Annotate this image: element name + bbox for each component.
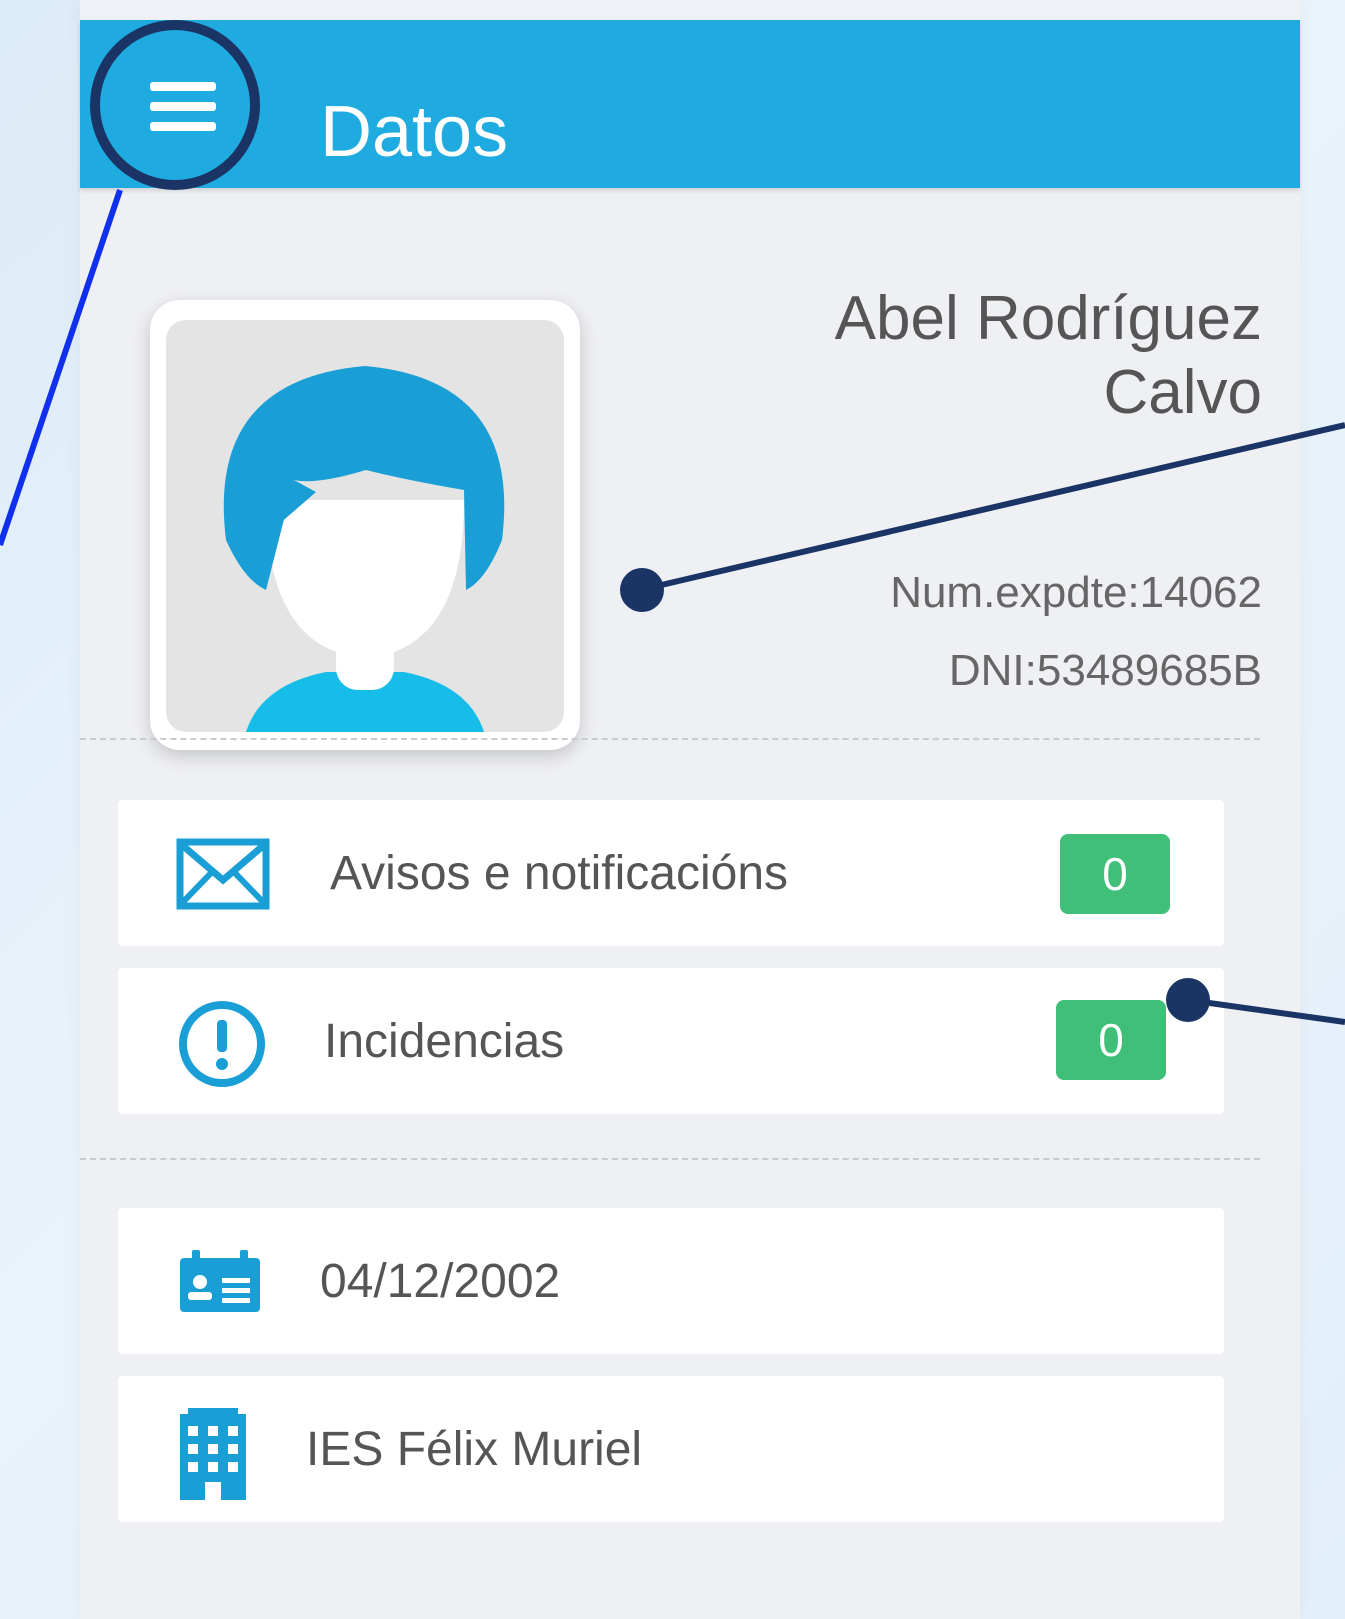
birthdate-value: 04/12/2002 <box>320 1255 561 1308</box>
section-divider <box>80 738 1260 740</box>
alert-circle-icon <box>179 1001 265 1087</box>
envelope-icon <box>176 838 270 910</box>
annotation-dot <box>1166 978 1210 1022</box>
section-divider <box>80 1158 1260 1160</box>
expediente-number: Num.expdte:14062 <box>890 568 1262 617</box>
avatar <box>150 300 580 750</box>
menu-highlight-ring <box>90 20 260 190</box>
school-value: IES Félix Muriel <box>306 1423 643 1476</box>
id-card-calendar-icon <box>180 1250 260 1312</box>
list-item-birthdate: 04/12/2002 <box>118 1208 1224 1354</box>
dni-number: DNI:53489685B <box>948 646 1262 695</box>
list-item-label: Incidencias <box>324 1015 565 1068</box>
count-badge: 0 <box>1056 1000 1166 1080</box>
student-name: Abel Rodríguez Calvo <box>834 284 1262 427</box>
page-title: Datos <box>320 92 509 172</box>
app-screen: Datos Abel Rodríguez Calvo Num.expdte:14… <box>80 0 1300 1619</box>
status-strip <box>80 0 1300 20</box>
app-bar: Datos <box>80 20 1300 188</box>
list-item-incidencias[interactable]: Incidencias 0 <box>118 968 1224 1114</box>
annotation-dot <box>620 568 664 612</box>
list-item-school: IES Félix Muriel <box>118 1376 1224 1522</box>
list-item-avisos[interactable]: Avisos e notificacións 0 <box>118 800 1224 946</box>
building-icon <box>180 1408 246 1500</box>
count-badge: 0 <box>1060 834 1170 914</box>
list-item-label: Avisos e notificacións <box>330 847 789 900</box>
user-avatar-icon <box>166 320 564 732</box>
